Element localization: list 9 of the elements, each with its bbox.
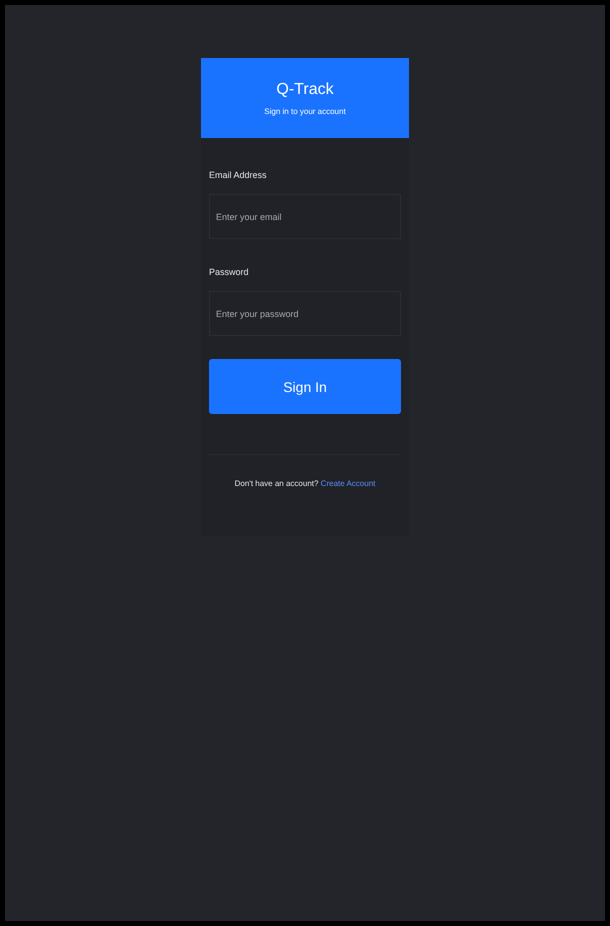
field-label: Password xyxy=(209,267,250,277)
sign-in-button[interactable]: Sign In xyxy=(209,359,401,414)
subtitle: Sign in to your account xyxy=(264,106,346,116)
app-title: Q-Track xyxy=(276,80,334,98)
field-label: Email Address xyxy=(209,170,268,180)
input-field[interactable]: Enter your email xyxy=(209,194,401,239)
create-account-link[interactable]: Create Account xyxy=(320,479,376,488)
footer-text: Don't have an account? xyxy=(234,479,318,488)
input-field[interactable]: Enter your password xyxy=(209,291,401,336)
